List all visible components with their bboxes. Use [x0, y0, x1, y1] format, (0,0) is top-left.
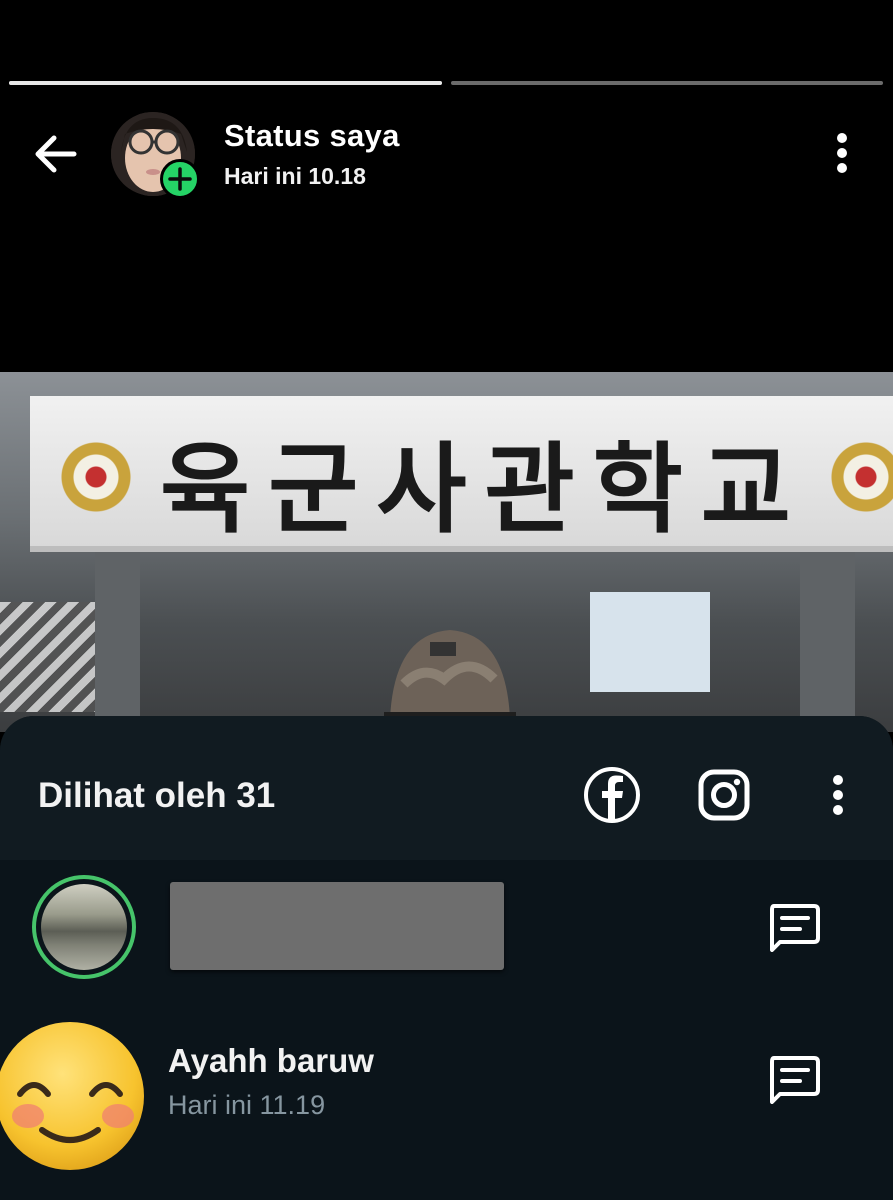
message-icon [770, 904, 820, 952]
instagram-icon [698, 769, 750, 821]
status-title: Status saya [224, 118, 400, 153]
viewer-name: Ayahh baruw [168, 1042, 374, 1079]
emblem-left [60, 434, 132, 520]
smiling-emoji-avatar [0, 1022, 144, 1170]
reply-message-button[interactable] [766, 1052, 822, 1104]
viewer-row[interactable] [0, 860, 893, 1010]
sign-text: 육군사관학교 [160, 433, 809, 547]
add-status-button[interactable] [160, 159, 200, 199]
academy-sign: 육군사관학교 [30, 396, 893, 552]
viewer-time: Hari ini 11.19 [168, 1090, 326, 1120]
status-progress-bar-1 [9, 81, 442, 85]
emblem-right [830, 434, 893, 520]
background-right-sky [590, 592, 710, 692]
redacted-viewer-name [170, 882, 504, 970]
arrow-left-icon [35, 135, 77, 173]
building-pillar-left [95, 552, 140, 732]
reply-message-button[interactable] [766, 900, 822, 952]
viewers-sheet: Dilihat oleh 31 Ayahh baruw Hari ini 11.… [0, 716, 893, 1200]
share-instagram-button[interactable] [697, 768, 751, 822]
progress-fill [9, 81, 442, 85]
more-options-button[interactable] [820, 128, 864, 180]
more-vertical-icon [833, 775, 843, 815]
viewers-more-options-button[interactable] [818, 770, 858, 822]
facebook-icon [584, 767, 640, 823]
status-progress-bar-2 [451, 81, 883, 85]
more-vertical-icon [837, 133, 847, 173]
viewed-by-count: Dilihat oleh 31 [38, 776, 276, 815]
plus-icon [168, 167, 192, 191]
back-button[interactable] [28, 126, 84, 182]
share-facebook-button[interactable] [583, 766, 641, 824]
status-timestamp: Hari ini 10.18 [224, 163, 366, 189]
message-icon [770, 1056, 820, 1104]
viewer-avatar [32, 875, 136, 979]
background-left-pattern [0, 602, 95, 712]
viewer-row[interactable]: Ayahh baruw Hari ini 11.19 [0, 1012, 893, 1170]
viewer-avatar-photo [41, 884, 127, 970]
status-image: 육군사관학교 [0, 372, 893, 732]
viewers-header: Dilihat oleh 31 [0, 716, 893, 860]
building-pillar-right [800, 552, 855, 732]
